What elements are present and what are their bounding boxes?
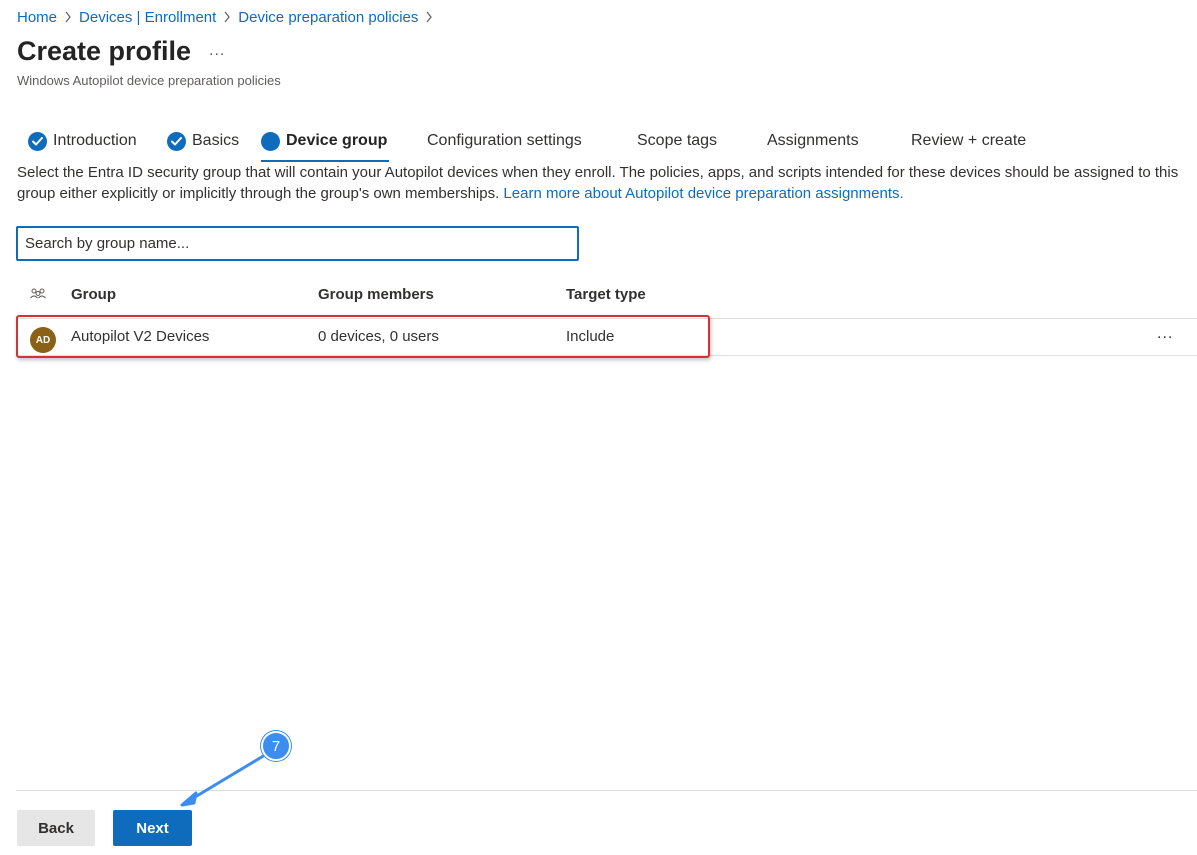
tab-label: Configuration settings [427, 132, 582, 149]
checkmark-circle-icon [28, 131, 47, 151]
table-row[interactable]: AD Autopilot V2 Devices 0 devices, 0 use… [16, 319, 1197, 355]
row-more-options-icon[interactable]: ... [1157, 325, 1173, 343]
learn-more-link[interactable]: Learn more about Autopilot device prepar… [503, 185, 903, 202]
step-number-badge: 7 [261, 731, 291, 761]
search-input[interactable] [16, 226, 579, 261]
tab-basics[interactable]: Basics [167, 120, 239, 162]
tab-label: Assignments [767, 132, 859, 149]
group-icon [29, 287, 47, 305]
breadcrumb-devices-enrollment[interactable]: Devices | Enrollment [79, 9, 216, 26]
group-members: 0 devices, 0 users [318, 328, 439, 345]
tab-configuration-settings[interactable]: Configuration settings [427, 120, 582, 162]
column-header-group-members[interactable]: Group members [318, 286, 434, 303]
current-step-icon [261, 131, 280, 151]
tab-label: Introduction [53, 132, 137, 149]
chevron-right-icon [57, 7, 79, 27]
tab-scope-tags[interactable]: Scope tags [637, 120, 717, 162]
column-header-target-type[interactable]: Target type [566, 286, 646, 303]
more-options-icon[interactable]: ... [209, 42, 225, 60]
target-type: Include [566, 328, 615, 345]
tab-label: Review + create [911, 132, 1027, 149]
breadcrumb-home[interactable]: Home [17, 9, 57, 26]
page-subtitle: Windows Autopilot device preparation pol… [17, 73, 281, 88]
tab-label: Scope tags [637, 132, 718, 149]
avatar: AD [30, 327, 56, 353]
breadcrumb-device-preparation-policies[interactable]: Device preparation policies [238, 9, 418, 26]
page-title: Create profile [17, 36, 192, 66]
row-divider [16, 355, 1197, 356]
breadcrumb: Home Devices | Enrollment Device prepara… [17, 7, 440, 27]
wizard-tabs: Introduction Basics Device group Configu… [0, 120, 1197, 162]
description: Select the Entra ID security group that … [17, 162, 1189, 204]
tab-label: Device group [286, 132, 388, 149]
checkmark-circle-icon [167, 131, 186, 151]
column-header-group[interactable]: Group [71, 286, 116, 303]
table-header: Group Group members Target type [0, 276, 1197, 314]
chevron-right-icon [418, 7, 440, 27]
footer-divider [16, 790, 1197, 791]
tab-review-create[interactable]: Review + create [911, 120, 1026, 162]
chevron-right-icon [216, 7, 238, 27]
back-button[interactable]: Back [17, 810, 95, 846]
tab-introduction[interactable]: Introduction [28, 120, 137, 162]
tab-device-group[interactable]: Device group [261, 120, 390, 162]
tab-assignments[interactable]: Assignments [767, 120, 859, 162]
group-name: Autopilot V2 Devices [71, 328, 210, 345]
next-button[interactable]: Next [113, 810, 192, 846]
tab-label: Basics [192, 132, 240, 149]
